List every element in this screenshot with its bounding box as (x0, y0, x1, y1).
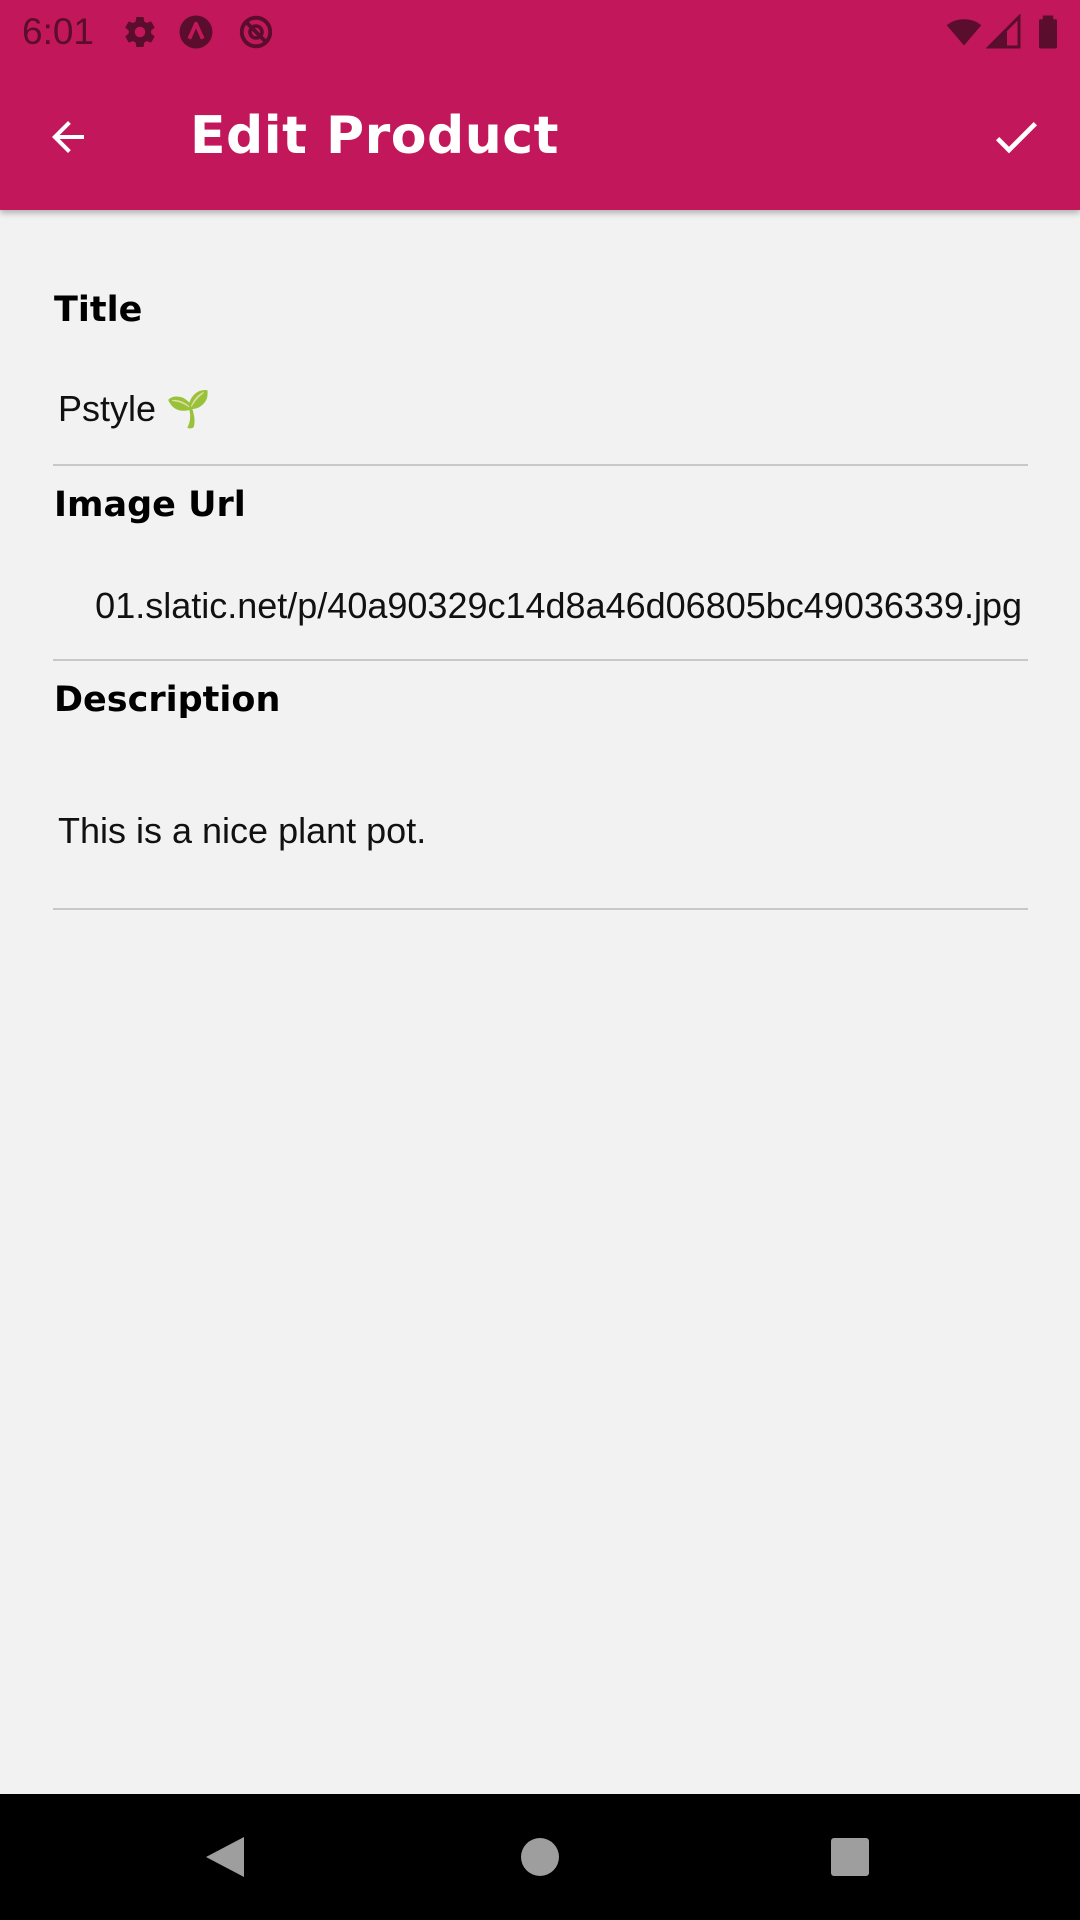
image-url-value: 01.slatic.net/p/40a90329c14d8a46d06805bc… (95, 585, 1022, 626)
image-url-field[interactable]: 01.slatic.net/p/40a90329c14d8a46d06805bc… (53, 552, 1028, 661)
nav-home-button[interactable] (505, 1822, 575, 1892)
description-field[interactable]: This is a nice plant pot. (53, 747, 1028, 910)
sync-disabled-icon (239, 15, 273, 49)
description-value: This is a nice plant pot. (58, 810, 427, 851)
status-time: 6:01 (22, 11, 95, 52)
title-field[interactable]: Pstyle 🌱 (53, 357, 1028, 466)
cellular-signal-icon (986, 14, 1021, 49)
nav-back-button[interactable] (191, 1822, 261, 1892)
home-circle-icon (521, 1838, 559, 1876)
edit-product-form: Title Pstyle 🌱 Image Url 01.slatic.net/p… (0, 210, 1080, 1794)
title-label: Title (54, 290, 143, 330)
app-bar: 6:01 Edit Product (0, 0, 1080, 210)
arrow-back-icon (52, 121, 84, 153)
settings-icon (125, 17, 155, 48)
nav-recents-button[interactable] (815, 1822, 885, 1892)
check-icon (995, 122, 1037, 154)
title-value: Pstyle 🌱 (58, 388, 211, 429)
page-title: Edit Product (190, 106, 559, 166)
wifi-icon (946, 19, 982, 46)
back-triangle-icon (206, 1837, 244, 1877)
battery-icon (1039, 15, 1057, 49)
save-button[interactable] (980, 101, 1052, 173)
app-notification-icon (179, 15, 213, 49)
status-bar: 6:01 (0, 0, 1080, 63)
system-navigation-bar (0, 1794, 1080, 1920)
back-button[interactable] (32, 101, 104, 173)
recents-square-icon (831, 1838, 869, 1876)
toolbar: Edit Product (0, 63, 1080, 210)
image-url-label: Image Url (54, 485, 246, 525)
description-label: Description (54, 680, 281, 720)
